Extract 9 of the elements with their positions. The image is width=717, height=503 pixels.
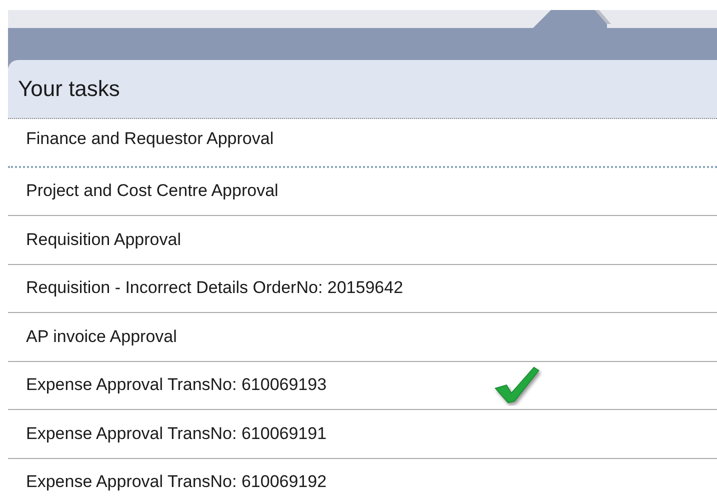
task-item[interactable]: Expense Approval TransNo: 610069193 bbox=[8, 362, 717, 410]
task-item[interactable]: Finance and Requestor Approval bbox=[8, 119, 717, 168]
task-item[interactable]: Project and Cost Centre Approval bbox=[8, 168, 717, 216]
task-item[interactable]: AP invoice Approval bbox=[8, 313, 717, 362]
task-item[interactable]: Expense Approval TransNo: 610069192 bbox=[8, 458, 717, 503]
task-item[interactable]: Requisition Approval bbox=[8, 216, 717, 264]
panel-title: Your tasks bbox=[8, 60, 717, 119]
task-item[interactable]: Expense Approval TransNo: 610069191 bbox=[8, 410, 717, 458]
task-item[interactable]: Requisition - Incorrect Details OrderNo: 20159642 bbox=[8, 264, 717, 313]
